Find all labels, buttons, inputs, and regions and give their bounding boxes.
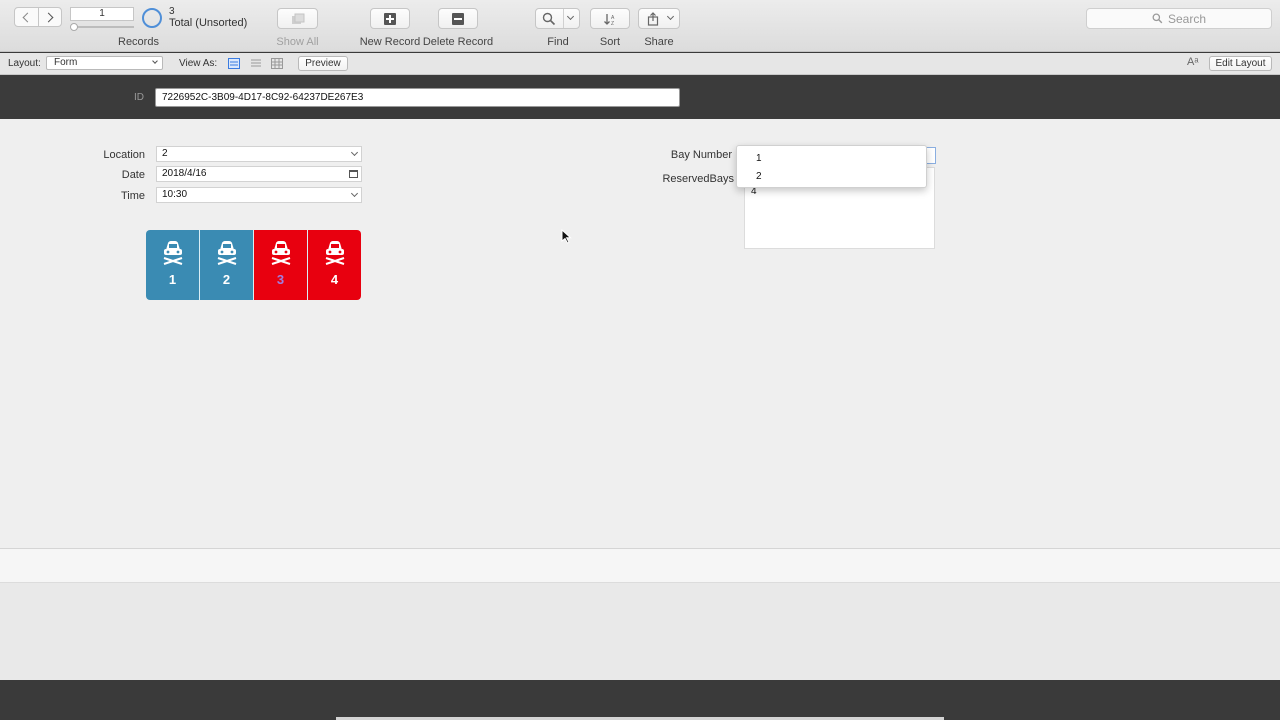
date-value: 2018/4/16 — [162, 168, 207, 179]
show-all-button[interactable] — [277, 8, 318, 29]
calendar-icon[interactable] — [349, 170, 358, 178]
chevron-down-icon — [566, 12, 575, 21]
record-count: 3 — [169, 6, 175, 17]
time-value: 10:30 — [162, 189, 188, 200]
bay-number: 4 — [330, 272, 339, 287]
bay-2[interactable]: 2 — [199, 230, 253, 300]
footer-area — [0, 583, 1280, 680]
bay-1[interactable]: 1 — [146, 230, 199, 300]
mouse-cursor-icon — [561, 229, 572, 244]
date-label: Date — [121, 169, 145, 181]
view-as-label: View As: — [179, 58, 218, 69]
show-all-icon — [291, 13, 304, 24]
chevron-down-icon — [666, 12, 675, 21]
search-placeholder: Search — [1167, 11, 1207, 26]
chevron-left-icon — [23, 12, 33, 22]
previous-record-button[interactable] — [15, 8, 38, 26]
preview-button[interactable]: Preview — [298, 56, 348, 71]
bay-grid: 1 2 3 4 — [146, 230, 361, 300]
list-view-icon[interactable] — [250, 58, 262, 69]
share-icon — [647, 11, 659, 26]
show-all-label: Show All — [276, 36, 319, 48]
plus-icon — [384, 12, 396, 25]
share-button[interactable] — [638, 8, 680, 29]
chevron-right-icon — [43, 12, 54, 22]
record-status: Total (Unsorted) — [169, 17, 248, 29]
date-field[interactable]: 2018/4/16 — [156, 166, 362, 182]
dropdown-option-2[interactable]: 2 — [756, 171, 762, 182]
bay-number: 2 — [222, 272, 231, 287]
bay-number-dropdown: 1 2 — [736, 145, 927, 188]
share-label: Share — [644, 36, 674, 48]
current-record-input[interactable]: 1 — [70, 7, 134, 21]
record-pie-icon — [142, 8, 162, 28]
next-record-button[interactable] — [37, 8, 61, 26]
chevron-down-icon — [152, 58, 158, 64]
new-record-label: New Record — [359, 36, 421, 48]
location-label: Location — [103, 149, 145, 161]
find-button[interactable] — [535, 8, 580, 29]
reserved-bays-label: ReservedBays — [662, 173, 734, 185]
font-size-icon[interactable]: Aᵃ — [1187, 56, 1198, 68]
car-icon — [163, 241, 182, 265]
bay-number: 1 — [168, 272, 177, 287]
delete-record-label: Delete Record — [422, 36, 494, 48]
table-view-icon[interactable] — [271, 58, 283, 69]
chevron-down-icon — [350, 148, 359, 157]
car-icon — [271, 241, 290, 265]
svg-text:Z: Z — [611, 21, 614, 26]
record-slider-knob[interactable] — [70, 23, 78, 31]
layout-select[interactable]: Form — [46, 56, 163, 70]
time-select[interactable]: 10:30 — [156, 187, 362, 203]
magnifier-icon — [542, 12, 556, 25]
location-value: 2 — [162, 148, 168, 159]
dropdown-option-1[interactable]: 1 — [756, 153, 762, 164]
chevron-down-icon — [350, 189, 359, 198]
edit-layout-button[interactable]: Edit Layout — [1209, 56, 1272, 71]
form-body: Location 2 Date 2018/4/16 Time 10:30 1 2… — [0, 119, 1280, 548]
record-slider-track[interactable] — [72, 26, 134, 28]
time-label: Time — [120, 190, 145, 202]
record-nav — [14, 7, 62, 27]
header-band: ID 7226952C-3B09-4D17-8C92-64237DE267E3 — [0, 75, 1280, 119]
id-label: ID — [134, 92, 144, 103]
bay-number: 3 — [276, 272, 285, 287]
find-label: Find — [547, 36, 569, 48]
search-icon — [1152, 13, 1163, 24]
layout-bar: Layout: Form View As: Preview Aᵃ Edit La… — [0, 53, 1280, 75]
delete-record-button[interactable] — [438, 8, 478, 29]
footer-part — [0, 548, 1280, 583]
sort-icon: AZ — [604, 13, 615, 26]
layout-label: Layout: — [8, 58, 41, 69]
location-select[interactable]: 2 — [156, 146, 362, 162]
minus-icon — [452, 12, 464, 25]
sort-button[interactable]: AZ — [590, 8, 630, 29]
records-label: Records — [118, 36, 159, 48]
toolbar: 1 3 Total (Unsorted) Records Show All Ne… — [0, 0, 1280, 52]
layout-value: Form — [54, 57, 78, 68]
form-view-icon[interactable] — [228, 58, 240, 69]
bay-3[interactable]: 3 — [253, 230, 307, 300]
search-input[interactable]: Search — [1086, 8, 1272, 29]
bay-4[interactable]: 4 — [307, 230, 361, 300]
car-icon — [217, 241, 236, 265]
sort-label: Sort — [599, 36, 621, 48]
bay-number-label: Bay Number — [670, 149, 732, 161]
new-record-button[interactable] — [370, 8, 410, 29]
id-field[interactable]: 7226952C-3B09-4D17-8C92-64237DE267E3 — [155, 88, 680, 107]
car-icon — [325, 241, 344, 265]
